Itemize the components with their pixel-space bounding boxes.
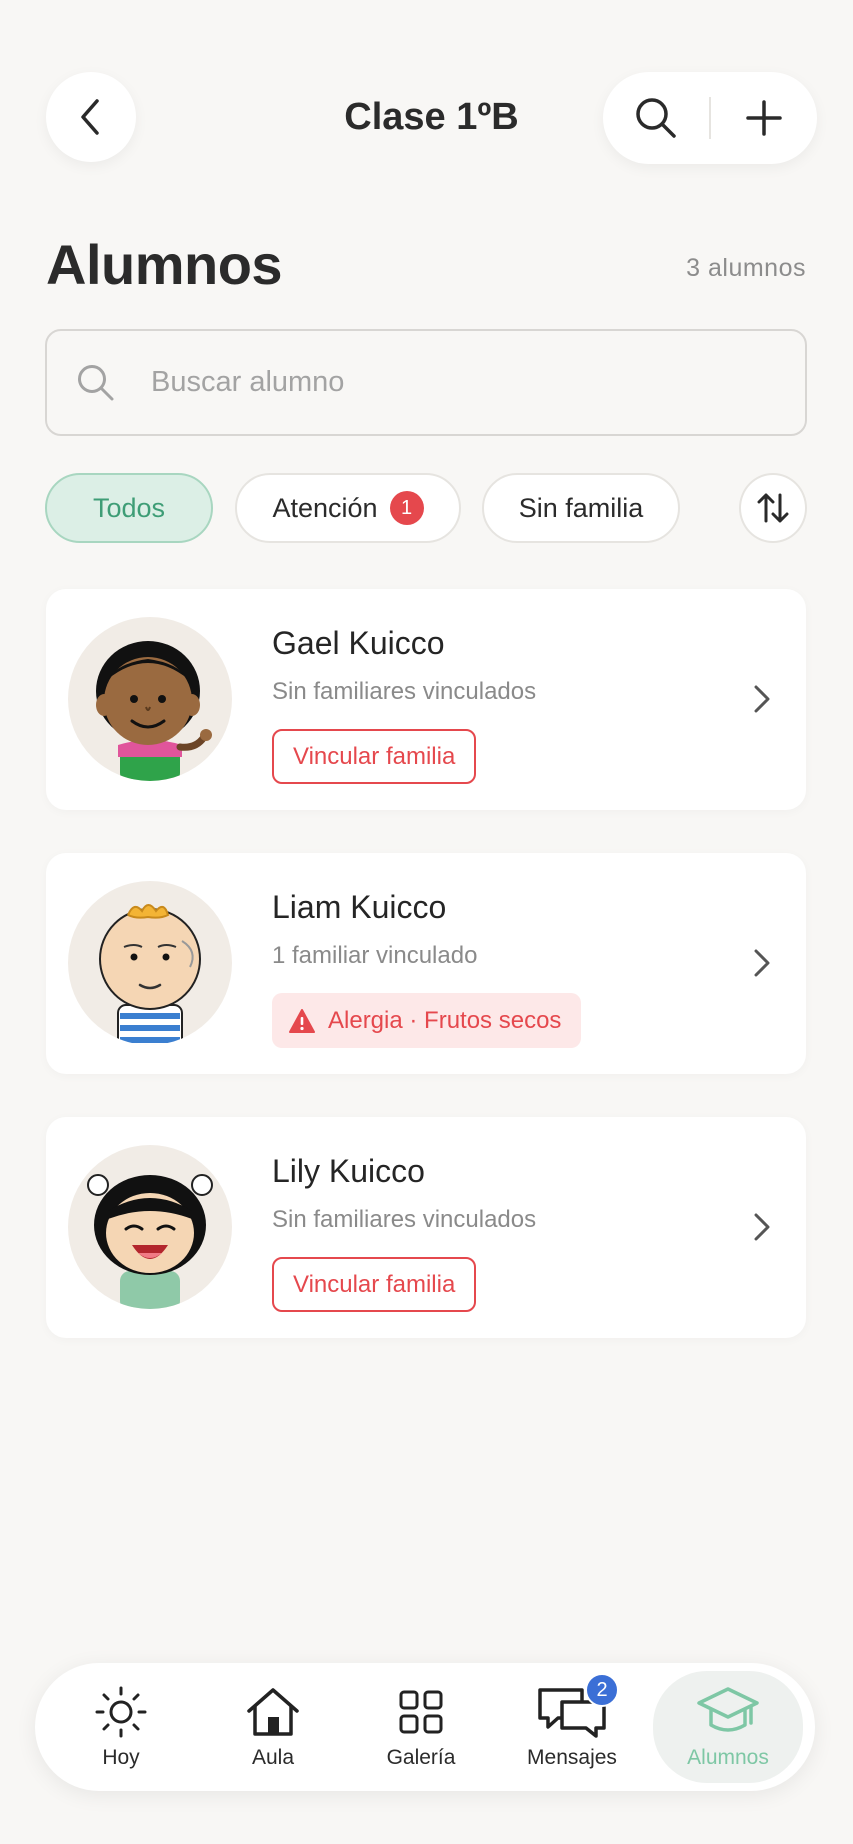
child-avatar-illustration xyxy=(87,1174,213,1309)
chevron-left-icon xyxy=(81,99,99,135)
nav-label: Mensajes xyxy=(527,1746,617,1769)
bottom-nav: Hoy Aula Galería Mensajes 2 Alumnos xyxy=(35,1663,815,1791)
nav-label: Alumnos xyxy=(687,1746,769,1769)
nav-item-aula[interactable]: Aula xyxy=(208,1663,338,1791)
sort-arrows-icon xyxy=(757,493,789,523)
nav-item-mensajes[interactable]: Mensajes 2 xyxy=(507,1663,637,1791)
child-avatar-illustration xyxy=(99,904,201,1045)
search-field[interactable] xyxy=(45,329,807,436)
nav-item-hoy[interactable]: Hoy xyxy=(56,1663,186,1791)
student-name: Lily Kuicco xyxy=(272,1153,425,1189)
count-badge: 1 xyxy=(389,491,424,525)
nav-item-alumnos[interactable]: Alumnos xyxy=(653,1671,803,1783)
back-button[interactable] xyxy=(46,72,136,162)
search-icon xyxy=(636,98,676,138)
link-family-button[interactable]: Vincular familia xyxy=(272,729,477,784)
child-avatar-illustration xyxy=(96,641,212,781)
chevron-right-icon xyxy=(754,1213,770,1241)
avatar xyxy=(68,881,232,1045)
add-student-button[interactable] xyxy=(711,72,817,164)
header-actions xyxy=(603,72,817,164)
link-family-button[interactable]: Vincular familia xyxy=(272,1257,477,1312)
student-card[interactable]: Liam Kuicco 1 familiar vinculado Alergia… xyxy=(46,853,806,1074)
chip-sin-familia[interactable]: Sin familia xyxy=(482,473,680,543)
top-bar: Clase 1ºB xyxy=(46,72,817,164)
avatar xyxy=(68,1145,232,1309)
nav-label: Hoy xyxy=(102,1746,140,1769)
search-icon xyxy=(78,364,114,400)
search-input[interactable] xyxy=(151,366,711,399)
sort-button[interactable] xyxy=(739,473,807,543)
family-status: Sin familiares vinculados xyxy=(272,678,537,705)
nav-label: Aula xyxy=(251,1746,295,1769)
student-card[interactable]: Gael Kuicco Sin familiares vinculados Vi… xyxy=(46,589,806,810)
filter-chips: Todos Atención 1 Sin familia xyxy=(45,473,807,543)
unread-badge: 2 xyxy=(585,1673,619,1707)
plus-icon xyxy=(746,100,782,136)
chip-atencion[interactable]: Atención 1 xyxy=(235,473,461,543)
student-name: Liam Kuicco xyxy=(272,889,447,925)
chevron-right-icon xyxy=(754,949,770,977)
chip-label: Sin familia xyxy=(518,492,644,523)
chevron-right-icon xyxy=(754,685,770,713)
house-icon xyxy=(247,1688,299,1736)
allergy-label: Alergia · Frutos secos xyxy=(328,1006,562,1034)
graduation-cap-icon xyxy=(697,1687,759,1732)
student-count: 3 alumnos xyxy=(686,254,806,282)
nav-item-galeria[interactable]: Galería xyxy=(356,1663,486,1791)
chip-label: Atención xyxy=(272,492,378,523)
grid-icon xyxy=(399,1690,443,1734)
search-button[interactable] xyxy=(603,72,709,164)
sun-icon xyxy=(95,1686,147,1738)
chip-todos[interactable]: Todos xyxy=(45,473,213,543)
student-name: Gael Kuicco xyxy=(272,625,445,661)
student-card[interactable]: Lily Kuicco Sin familiares vinculados Vi… xyxy=(46,1117,806,1338)
link-family-label: Vincular familia xyxy=(293,742,456,770)
students-screen: Clase 1ºB Alumnos 3 alumnos Buscar alumn… xyxy=(0,0,853,1844)
link-family-label: Vincular familia xyxy=(293,1270,456,1298)
allergy-badge: Alergia · Frutos secos xyxy=(272,993,582,1048)
warning-icon xyxy=(289,1008,315,1033)
family-status: Sin familiares vinculados xyxy=(272,1206,537,1233)
family-status: 1 familiar vinculado xyxy=(272,942,478,969)
avatar xyxy=(68,617,232,781)
nav-label: Galería xyxy=(386,1746,456,1769)
section-title: Alumnos xyxy=(46,233,283,296)
chip-label: Todos xyxy=(92,492,166,523)
